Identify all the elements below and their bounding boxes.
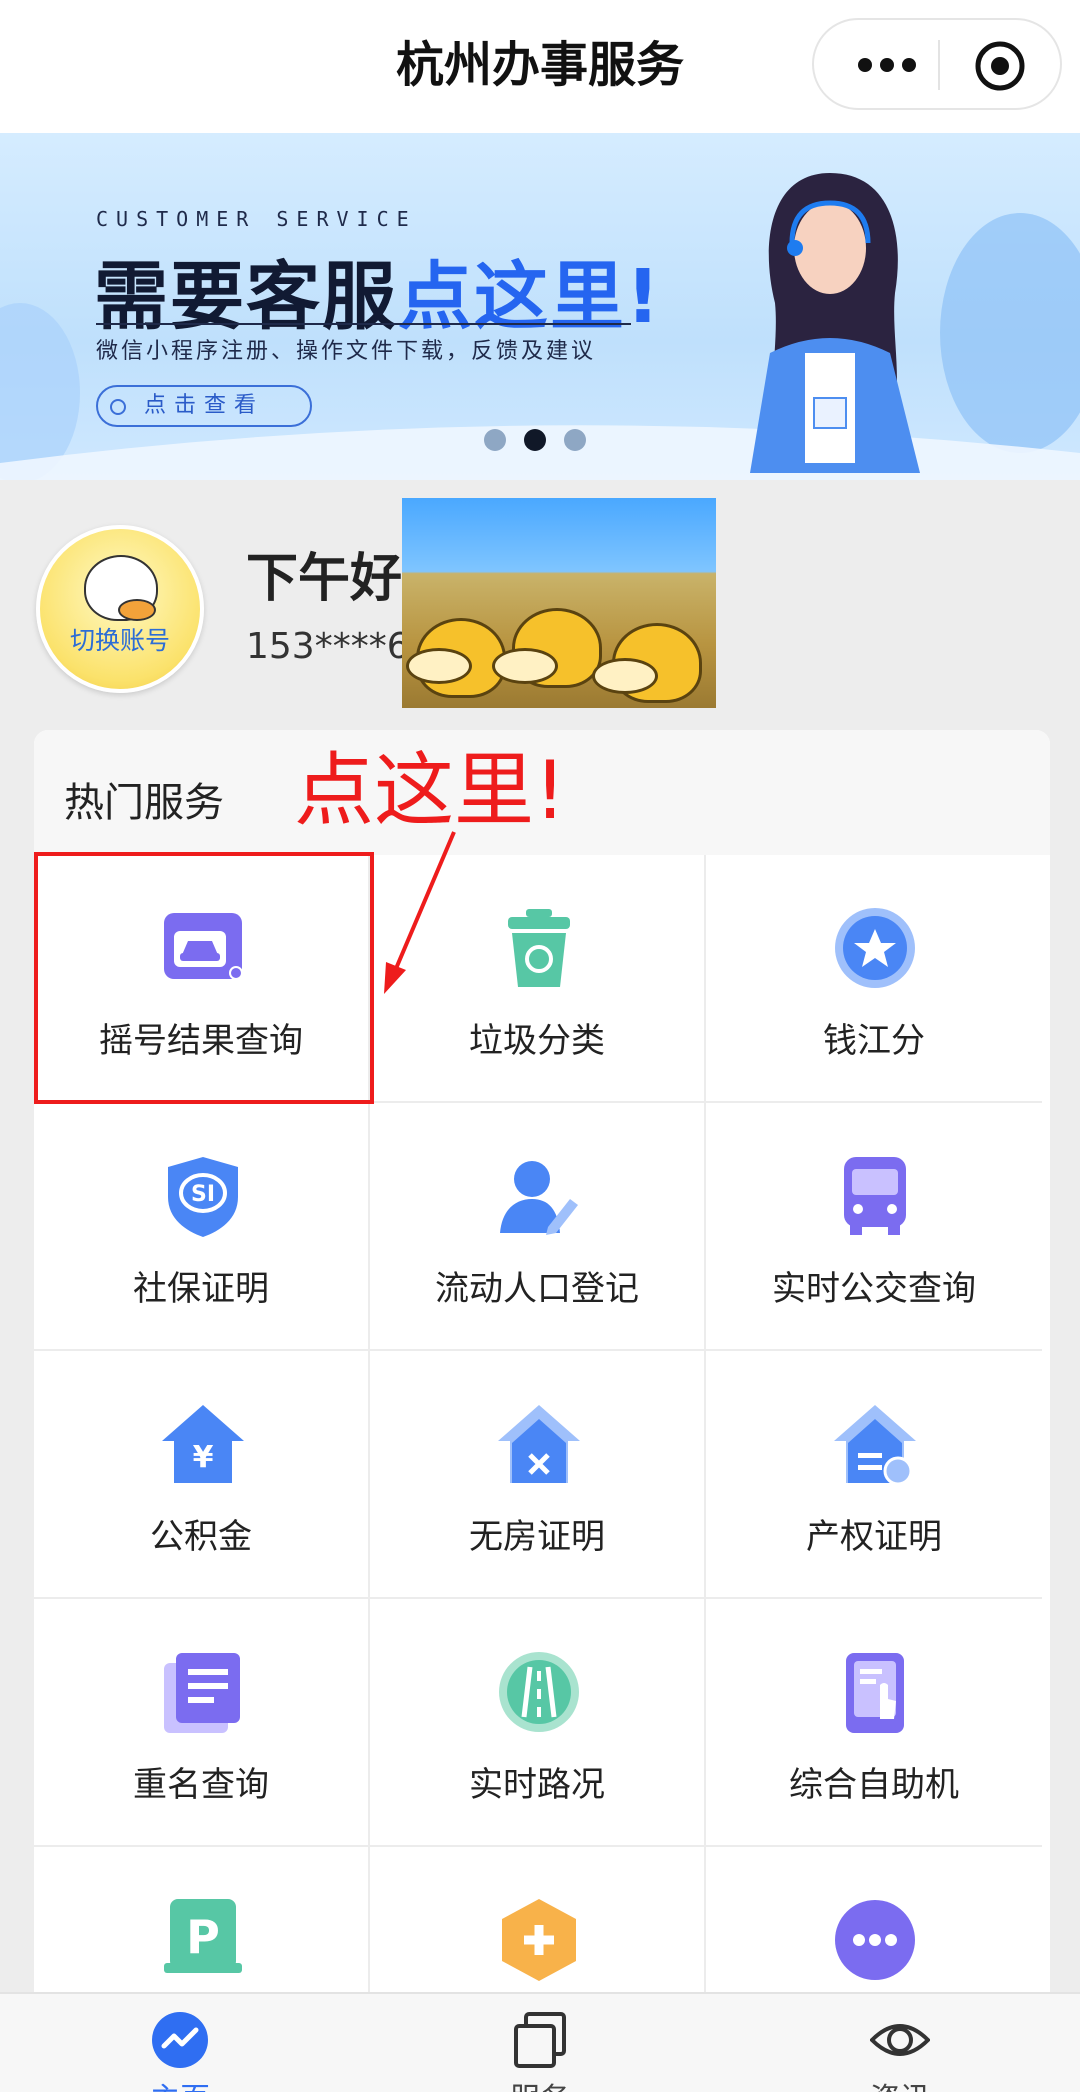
tab-home[interactable]: 主页 — [0, 1994, 360, 2092]
avatar[interactable]: 切换账号 — [36, 525, 204, 693]
service-label: 产权证明 — [806, 1517, 942, 1557]
parking-icon: P — [164, 1899, 242, 1973]
service-label: 综合自助机 — [789, 1765, 959, 1805]
tab-news[interactable]: 资讯 — [720, 1994, 1080, 2092]
service-label: 社保证明 — [133, 1269, 269, 1309]
customer-service-agent-illustration — [750, 173, 920, 473]
hot-services-title: 热门服务 — [64, 780, 224, 826]
customer-service-banner[interactable]: CUSTOMER SERVICE 需要客服点这里! 微信小程序注册、操作文件下载… — [0, 133, 1080, 480]
close-miniprogram-icon[interactable] — [974, 40, 1026, 92]
user-profile-section: 切换账号 下午好 153****6 — [0, 480, 1080, 730]
person-edit-icon — [500, 1161, 578, 1235]
red-highlight-box — [34, 852, 374, 1104]
service-self-service-kiosk[interactable]: 综合自助机 — [706, 1599, 1042, 1847]
banner-view-button[interactable]: 点击查看 — [96, 385, 312, 427]
service-label: 钱江分 — [823, 1021, 925, 1061]
star-badge-icon — [835, 908, 915, 988]
more-services-icon — [835, 1900, 915, 1980]
service-qianjiang-score[interactable]: 钱江分 — [706, 855, 1042, 1103]
service-label: 公积金 — [150, 1517, 252, 1557]
banner-kicker: CUSTOMER SERVICE — [96, 207, 417, 231]
service-housing-fund[interactable]: ¥ 公积金 — [34, 1351, 370, 1599]
miniprogram-capsule — [812, 18, 1062, 110]
switch-account-link[interactable]: 切换账号 — [40, 621, 200, 657]
kiosk-icon — [846, 1653, 904, 1733]
red-arrow-annotation — [384, 831, 456, 994]
tab-services[interactable]: 服务 — [360, 1994, 720, 2092]
capsule-divider — [938, 40, 940, 90]
service-label: 重名查询 — [133, 1765, 269, 1805]
news-eye-icon — [870, 2024, 930, 2056]
service-label: 流动人口登记 — [435, 1269, 639, 1309]
svg-text:SI: SI — [191, 1182, 215, 1207]
medical-hexagon-icon — [502, 1899, 576, 1981]
banner-subtitle: 微信小程序注册、操作文件下载，反馈及建议 — [96, 339, 597, 364]
red-annotation-text: 点这里! — [294, 744, 567, 837]
svg-text:¥: ¥ — [193, 1440, 214, 1475]
tab-label: 资讯 — [720, 2074, 1080, 2092]
bus-icon — [844, 1157, 906, 1235]
navigation-bar: 杭州办事服务 — [0, 0, 1080, 133]
service-floating-population[interactable]: 流动人口登记 — [370, 1103, 706, 1351]
recycle-bin-icon — [508, 909, 570, 987]
banner-headline-highlight: 点这里! — [398, 254, 662, 340]
banner-carousel-dots — [484, 429, 604, 453]
road-icon — [499, 1652, 579, 1732]
document-list-icon — [164, 1653, 240, 1733]
psyduck-sticker-image — [402, 498, 716, 708]
carousel-dot-active[interactable] — [524, 429, 546, 451]
service-bus-query[interactable]: 实时公交查询 — [706, 1103, 1042, 1351]
service-cards-icon — [514, 2012, 566, 2068]
service-duplicate-name[interactable]: 重名查询 — [34, 1599, 370, 1847]
svg-text:P: P — [186, 1910, 220, 1964]
social-security-shield-icon: SI — [168, 1157, 238, 1237]
service-label: 垃圾分类 — [469, 1021, 605, 1061]
property-certificate-icon — [834, 1405, 916, 1486]
service-label: 实时公交查询 — [772, 1269, 976, 1309]
hot-services-header: 热门服务 点这里! — [34, 730, 1050, 855]
carousel-dot[interactable] — [564, 429, 586, 451]
service-traffic-conditions[interactable]: 实时路况 — [370, 1599, 706, 1847]
service-no-house-certificate[interactable]: 无房证明 — [370, 1351, 706, 1599]
house-x-icon — [498, 1405, 580, 1483]
service-label: 无房证明 — [469, 1517, 605, 1557]
bottom-tab-bar: 主页 服务 资讯 — [0, 1992, 1080, 2092]
home-trend-icon — [152, 2012, 208, 2068]
carousel-dot[interactable] — [484, 429, 506, 451]
banner-headline: 需要客服点这里! — [94, 237, 662, 344]
service-property-certificate[interactable]: 产权证明 — [706, 1351, 1042, 1599]
service-label: 实时路况 — [469, 1765, 605, 1805]
tab-label: 主页 — [0, 2074, 360, 2092]
banner-divider — [96, 323, 631, 325]
masked-phone-number: 153****6 — [246, 626, 410, 667]
banner-headline-plain: 需要客服 — [94, 254, 398, 340]
service-social-security[interactable]: SI 社保证明 — [34, 1103, 370, 1351]
house-fund-icon: ¥ — [162, 1405, 244, 1483]
tab-label: 服务 — [360, 2074, 720, 2092]
avatar-duck-beak — [118, 599, 156, 621]
greeting-text: 下午好 — [246, 549, 403, 609]
more-options-icon[interactable] — [854, 20, 924, 108]
